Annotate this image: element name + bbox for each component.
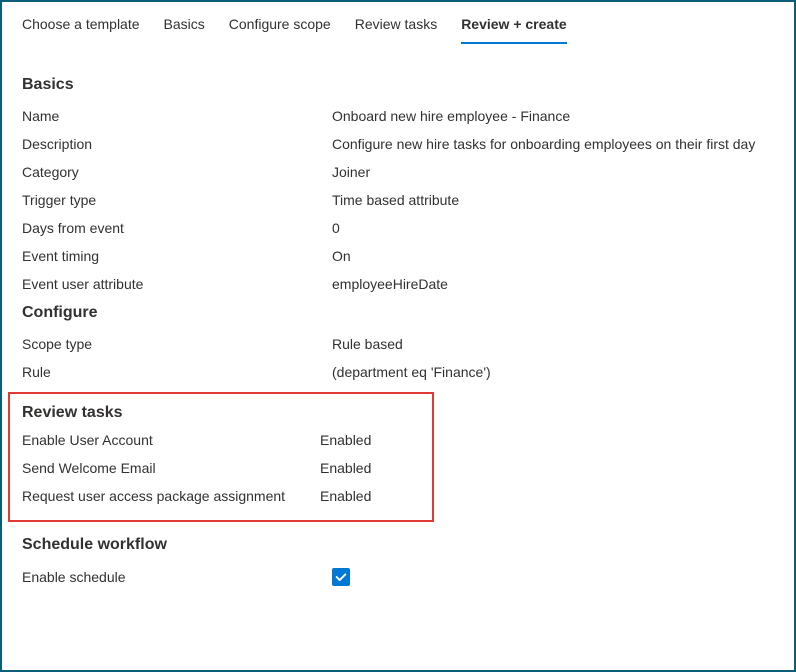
field-row-days-from-event: Days from event 0 <box>22 220 774 236</box>
field-value: (department eq 'Finance') <box>332 364 491 380</box>
field-label: Event user attribute <box>22 276 332 292</box>
field-row-enable-schedule: Enable schedule <box>22 568 774 586</box>
field-value: Configure new hire tasks for onboarding … <box>332 136 755 152</box>
field-value: employeeHireDate <box>332 276 448 292</box>
field-row-name: Name Onboard new hire employee - Finance <box>22 108 774 124</box>
field-row-description: Description Configure new hire tasks for… <box>22 136 774 152</box>
field-label: Trigger type <box>22 192 332 208</box>
field-value: Joiner <box>332 164 370 180</box>
tab-configure-scope[interactable]: Configure scope <box>229 16 331 44</box>
field-value: Enabled <box>320 488 371 504</box>
section-heading-configure: Configure <box>22 304 774 322</box>
field-row-event-timing: Event timing On <box>22 248 774 264</box>
section-heading-schedule: Schedule workflow <box>22 536 774 554</box>
field-value: Enabled <box>320 432 371 448</box>
field-value: On <box>332 248 351 264</box>
field-value: Onboard new hire employee - Finance <box>332 108 570 124</box>
field-row-enable-user-account: Enable User Account Enabled <box>22 432 420 448</box>
field-row-rule: Rule (department eq 'Finance') <box>22 364 774 380</box>
field-label: Request user access package assignment <box>22 488 320 504</box>
field-value: Time based attribute <box>332 192 459 208</box>
tab-review-create[interactable]: Review + create <box>461 16 566 44</box>
tab-nav: Choose a template Basics Configure scope… <box>2 2 794 44</box>
field-row-request-access-package: Request user access package assignment E… <box>22 488 420 504</box>
checkmark-icon <box>334 570 348 584</box>
field-label: Scope type <box>22 336 332 352</box>
field-label: Enable schedule <box>22 569 332 585</box>
field-label: Event timing <box>22 248 332 264</box>
section-heading-review-tasks: Review tasks <box>22 404 420 422</box>
field-label: Send Welcome Email <box>22 460 320 476</box>
tab-review-tasks[interactable]: Review tasks <box>355 16 437 44</box>
field-row-trigger-type: Trigger type Time based attribute <box>22 192 774 208</box>
field-label: Enable User Account <box>22 432 320 448</box>
review-tasks-highlight: Review tasks Enable User Account Enabled… <box>8 392 434 522</box>
field-row-scope-type: Scope type Rule based <box>22 336 774 352</box>
field-label: Category <box>22 164 332 180</box>
field-label: Days from event <box>22 220 332 236</box>
field-row-category: Category Joiner <box>22 164 774 180</box>
field-label: Description <box>22 136 332 152</box>
enable-schedule-checkbox[interactable] <box>332 568 350 586</box>
field-row-event-user-attribute: Event user attribute employeeHireDate <box>22 276 774 292</box>
tab-basics[interactable]: Basics <box>164 16 205 44</box>
section-heading-basics: Basics <box>22 76 774 94</box>
field-row-send-welcome-email: Send Welcome Email Enabled <box>22 460 420 476</box>
tab-choose-template[interactable]: Choose a template <box>22 16 140 44</box>
content-area: Basics Name Onboard new hire employee - … <box>2 44 794 608</box>
field-label: Name <box>22 108 332 124</box>
field-value: Enabled <box>320 460 371 476</box>
field-label: Rule <box>22 364 332 380</box>
field-value: 0 <box>332 220 340 236</box>
field-value: Rule based <box>332 336 403 352</box>
